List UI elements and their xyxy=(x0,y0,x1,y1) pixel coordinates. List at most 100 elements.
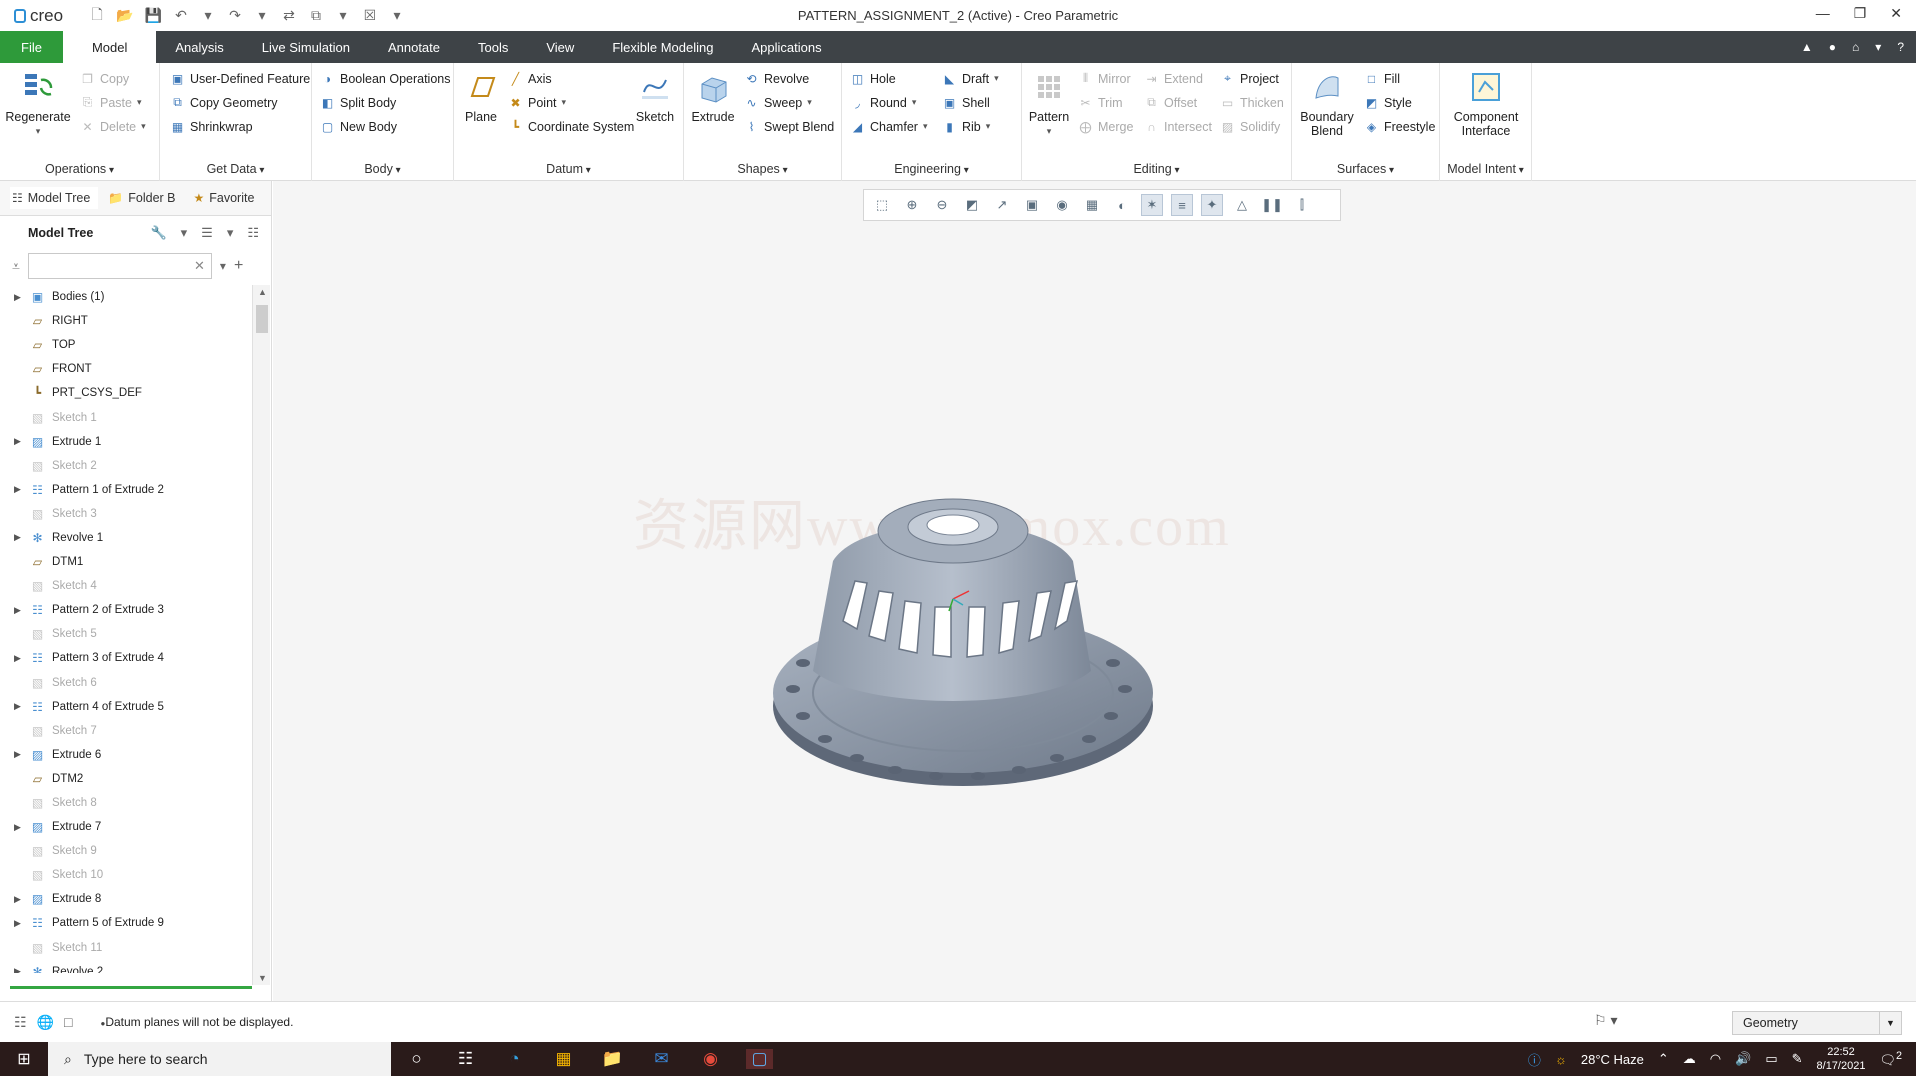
part-model-3d[interactable] xyxy=(743,471,1163,791)
tree-node[interactable]: ▶ ▨ Extrude 6 xyxy=(0,743,252,767)
clear-search-icon[interactable]: ✕ xyxy=(194,258,205,274)
refit-icon[interactable]: ⬚ xyxy=(872,195,892,215)
split-body-button[interactable]: ◧ Split Body xyxy=(320,95,396,110)
paste-dropdown-icon[interactable]: ▾ xyxy=(137,97,142,108)
project-button[interactable]: ⌖ Project xyxy=(1220,71,1279,86)
tree-node[interactable]: ▧ Sketch 11 xyxy=(0,936,252,960)
redo-dropdown-icon[interactable]: ▾ xyxy=(254,7,270,24)
boundary-blend-button[interactable]: Boundary Blend xyxy=(1296,69,1358,138)
axis-button[interactable]: ╱ Axis xyxy=(508,71,552,86)
expand-arrow-icon[interactable]: ▶ xyxy=(14,749,21,760)
expand-arrow-icon[interactable]: ▶ xyxy=(14,436,21,447)
surfaces-group-label[interactable]: Surfaces xyxy=(1292,162,1439,176)
tree-settings-icon[interactable]: 🔧 xyxy=(150,225,166,241)
intersect-button[interactable]: ∩ Intersect xyxy=(1144,119,1212,134)
coordinate-system-button[interactable]: ┗ Coordinate System xyxy=(508,119,634,134)
mirror-button[interactable]: ⫴ Mirror xyxy=(1078,71,1131,86)
tab-annotate[interactable]: Annotate xyxy=(369,31,459,63)
expand-arrow-icon[interactable]: ▶ xyxy=(14,653,21,664)
restore-icon[interactable]: ❐ xyxy=(1854,5,1867,22)
windows-dropdown-icon[interactable]: ▾ xyxy=(335,7,351,24)
notifications-icon[interactable]: 🗨2 xyxy=(1879,1050,1902,1068)
point-button[interactable]: ✖ Point ▾ xyxy=(508,95,566,110)
tab-applications[interactable]: Applications xyxy=(732,31,840,63)
tree-node[interactable]: ▧ Sketch 5 xyxy=(0,622,252,646)
zoom-in-icon[interactable]: ⊕ xyxy=(902,195,922,215)
tree-node[interactable]: ▶ ☷ Pattern 3 of Extrude 4 xyxy=(0,646,252,670)
component-interface-button[interactable]: Component Interface xyxy=(1448,69,1524,138)
freestyle-button[interactable]: ◈ Freestyle xyxy=(1364,119,1436,134)
draft-button[interactable]: ◣ Draft ▾ xyxy=(942,71,999,86)
spin-center-icon[interactable]: ✦ xyxy=(1201,194,1223,216)
pause-animation-icon[interactable]: ❚❚ xyxy=(1261,195,1283,215)
pen-icon[interactable]: ✎ xyxy=(1792,1051,1803,1067)
display-style-icon[interactable]: ▣ xyxy=(1022,195,1042,215)
tree-node[interactable]: ▧ Sketch 4 xyxy=(0,574,252,598)
sweep-dropdown-icon[interactable]: ▾ xyxy=(807,97,812,108)
trim-button[interactable]: ✂ Trim xyxy=(1078,95,1122,110)
creo-taskbar-icon[interactable]: ▢ xyxy=(746,1049,773,1069)
filter-icon[interactable]: ⩡ xyxy=(12,258,20,275)
round-dropdown-icon[interactable]: ▾ xyxy=(912,97,917,108)
tab-view[interactable]: View xyxy=(527,31,593,63)
shrinkwrap-button[interactable]: ▦ Shrinkwrap xyxy=(170,119,253,134)
hole-button[interactable]: ◫ Hole xyxy=(850,71,896,86)
tree-node[interactable]: ▧ Sketch 1 xyxy=(0,405,252,429)
tab-flexible-modeling[interactable]: Flexible Modeling xyxy=(593,31,732,63)
undo-icon[interactable]: ↶ xyxy=(173,7,189,24)
expand-arrow-icon[interactable]: ▶ xyxy=(14,894,21,905)
windows-icon[interactable]: ⧉ xyxy=(308,7,324,24)
round-button[interactable]: ◞ Round ▾ xyxy=(850,95,916,110)
tab-model-tree[interactable]: ☷ Model Tree xyxy=(10,187,99,209)
show-browser-icon[interactable]: 🌐 xyxy=(37,1014,54,1031)
expand-arrow-icon[interactable]: ▶ xyxy=(14,701,21,712)
tree-node[interactable]: ▱ DTM1 xyxy=(0,550,252,574)
saved-orientations-icon[interactable]: ◉ xyxy=(1052,195,1072,215)
regenerate-button[interactable]: Regenerate ▾ xyxy=(5,69,71,138)
fill-button[interactable]: □ Fill xyxy=(1364,71,1400,86)
new-file-icon[interactable]: 🗋 xyxy=(89,4,105,28)
section-icon[interactable]: ⫿ xyxy=(1292,195,1312,215)
smart-selection-icon[interactable]: ⚐ ▾ xyxy=(1594,1012,1617,1029)
rib-button[interactable]: ▮ Rib ▾ xyxy=(942,119,990,134)
chrome-icon[interactable]: ◉ xyxy=(697,1049,724,1069)
clock[interactable]: 22:52 8/17/2021 xyxy=(1817,1045,1866,1073)
close-window-icon[interactable]: ☒ xyxy=(362,7,378,24)
thicken-button[interactable]: ▭ Thicken xyxy=(1220,95,1284,110)
save-icon[interactable]: 💾 xyxy=(145,7,162,24)
tree-node[interactable]: ▱ DTM2 xyxy=(0,767,252,791)
expand-arrow-icon[interactable]: ▶ xyxy=(14,605,21,616)
mail-icon[interactable]: ✉ xyxy=(648,1049,675,1069)
model-tree-scrollbar[interactable]: ▲ ▼ xyxy=(252,285,270,985)
point-dropdown-icon[interactable]: ▾ xyxy=(562,97,567,108)
delete-dropdown-icon[interactable]: ▾ xyxy=(141,121,146,132)
show-navigator-icon[interactable]: ☷ xyxy=(14,1014,27,1031)
tree-node[interactable]: ▧ Sketch 7 xyxy=(0,719,252,743)
new-body-button[interactable]: ▢ New Body xyxy=(320,119,397,134)
editing-group-label[interactable]: Editing xyxy=(1022,162,1291,176)
expand-arrow-icon[interactable]: ▶ xyxy=(14,292,21,303)
pattern-dropdown-icon[interactable]: ▾ xyxy=(1047,124,1052,138)
store-icon[interactable]: ▦ xyxy=(550,1049,577,1069)
extend-button[interactable]: ⇥ Extend xyxy=(1144,71,1202,86)
tab-file[interactable]: File xyxy=(0,31,63,63)
regenerate-small-icon[interactable]: ⇄ xyxy=(281,7,297,24)
plane-button[interactable]: Plane xyxy=(458,69,504,124)
tree-node[interactable]: ┗ PRT_CSYS_DEF xyxy=(0,381,252,405)
shell-button[interactable]: ▣ Shell xyxy=(942,95,990,110)
paste-button[interactable]: ⎘ Paste ▾ xyxy=(80,95,142,110)
menu-dropdown-icon[interactable]: ▾ xyxy=(1875,40,1881,54)
customize-qat-icon[interactable]: ▾ xyxy=(389,7,405,24)
sketch-button[interactable]: Sketch xyxy=(632,69,678,124)
tree-node[interactable]: ▶ ▣ Bodies (1) xyxy=(0,285,252,309)
taskbar-search[interactable]: ⌕ Type here to search xyxy=(48,1042,391,1076)
onedrive-icon[interactable]: ☁ xyxy=(1683,1051,1696,1067)
tree-node[interactable]: ▶ ☷ Pattern 4 of Extrude 5 xyxy=(0,695,252,719)
tree-node[interactable]: ▶ ☷ Pattern 5 of Extrude 9 xyxy=(0,911,252,935)
copy-geometry-button[interactable]: ⧉ Copy Geometry xyxy=(170,95,277,110)
selection-filter-select[interactable]: Geometry ▼ xyxy=(1732,1011,1902,1035)
datum-display-icon[interactable]: ✶ xyxy=(1141,194,1163,216)
annotation-display-icon[interactable]: ≡ xyxy=(1171,194,1193,216)
delete-button[interactable]: ✕ Delete ▾ xyxy=(80,119,146,134)
pattern-button[interactable]: Pattern ▾ xyxy=(1026,69,1072,138)
